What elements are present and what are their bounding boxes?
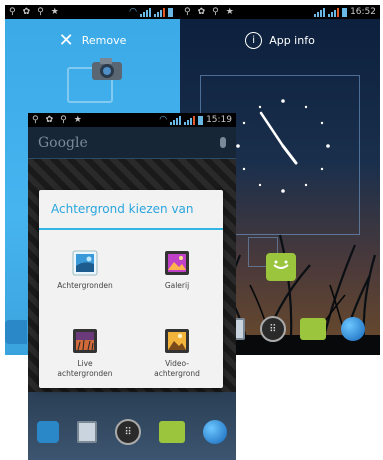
contacts-icon[interactable]	[77, 421, 97, 443]
usb-icon: ⚲	[60, 115, 67, 125]
app-drawer-icon[interactable]: ⠿	[115, 419, 141, 445]
status-bar: ⚲ ✿ ⚲ ★ 16:52	[180, 5, 380, 19]
dialog-title: Achtergrond kiezen van	[39, 190, 223, 230]
messaging-icon[interactable]	[300, 318, 327, 340]
messaging-icon[interactable]	[159, 421, 185, 443]
usb-icon: ⚲	[9, 7, 16, 17]
google-logo: Google	[38, 134, 88, 151]
app-drawer-icon[interactable]: ⠿	[259, 316, 286, 342]
screenshot-composite: ⚲ ✿ ⚲ ★ ◠ ✕ Remove ⚲ ✿ ⚲ ★ 16:52 i App i…	[0, 0, 383, 460]
wallpaper-options-grid: Achtergronden Galerij Live achtergronden…	[39, 230, 223, 386]
browser-icon[interactable]	[340, 317, 365, 341]
signal-icon	[140, 7, 151, 17]
google-search-bar[interactable]: Google	[28, 127, 236, 159]
video-wallpaper-icon	[165, 329, 189, 353]
status-bar: ⚲ ✿ ⚲ ★ ◠ 15:19	[28, 113, 236, 127]
status-right: ◠	[129, 5, 176, 19]
option-wallpapers[interactable]: Achtergronden	[39, 230, 131, 308]
star-icon: ★	[225, 7, 234, 17]
signal-icon	[154, 7, 165, 17]
remove-drop-target[interactable]: ✕ Remove	[5, 23, 180, 57]
messaging-icon[interactable]	[266, 253, 296, 281]
battery-icon	[198, 115, 204, 125]
option-label: Live achtergronden	[57, 359, 113, 379]
microphone-icon[interactable]	[220, 137, 226, 148]
browser-icon[interactable]	[203, 420, 227, 444]
signal-icon	[184, 115, 196, 125]
gallery-icon	[165, 251, 189, 275]
option-label: Achtergronden	[57, 281, 113, 290]
info-icon: i	[245, 31, 263, 49]
app-info-drop-target[interactable]: i App info	[180, 23, 380, 57]
usb-icon: ⚲	[184, 7, 191, 17]
android-icon: ✿	[197, 7, 206, 17]
close-icon: ✕	[58, 29, 74, 51]
option-label: Galerij	[164, 281, 190, 290]
status-right: 16:52	[314, 7, 376, 17]
wallpaper-chooser-dialog: Achtergrond kiezen van Achtergronden Gal…	[39, 190, 223, 388]
option-live-wallpapers[interactable]: Live achtergronden	[39, 308, 131, 386]
usb-icon: ⚲	[37, 7, 44, 17]
signal-icon	[314, 7, 326, 17]
status-bar: ⚲ ✿ ⚲ ★ ◠	[5, 5, 180, 19]
usb-icon: ⚲	[32, 115, 39, 125]
star-icon: ★	[50, 7, 59, 17]
status-right: ◠ 15:19	[159, 113, 232, 127]
status-time: 16:52	[350, 7, 376, 17]
live-wallpapers-icon	[73, 329, 97, 353]
signal-icon	[328, 7, 340, 17]
wifi-icon: ◠	[129, 7, 137, 17]
phone-icon[interactable]	[37, 421, 59, 443]
wallpapers-icon	[72, 250, 98, 276]
battery-icon	[168, 7, 173, 17]
option-gallery[interactable]: Galerij	[131, 230, 223, 308]
star-icon: ★	[73, 115, 82, 125]
remove-label: Remove	[81, 33, 127, 47]
phone-icon[interactable]	[5, 320, 27, 344]
battery-icon	[342, 7, 348, 17]
option-label: Video- achtergrond	[154, 359, 200, 379]
signal-icon	[170, 115, 182, 125]
analog-clock-widget[interactable]	[228, 91, 338, 201]
wifi-icon: ◠	[159, 115, 168, 125]
status-time: 15:19	[206, 115, 232, 125]
android-icon: ✿	[45, 115, 54, 125]
app-info-label: App info	[269, 33, 315, 47]
home-dock: ⠿	[28, 392, 236, 460]
camera-icon[interactable]	[90, 56, 124, 82]
usb-icon: ⚲	[212, 7, 219, 17]
android-icon: ✿	[22, 7, 31, 17]
option-video-wallpaper[interactable]: Video- achtergrond	[131, 308, 223, 386]
